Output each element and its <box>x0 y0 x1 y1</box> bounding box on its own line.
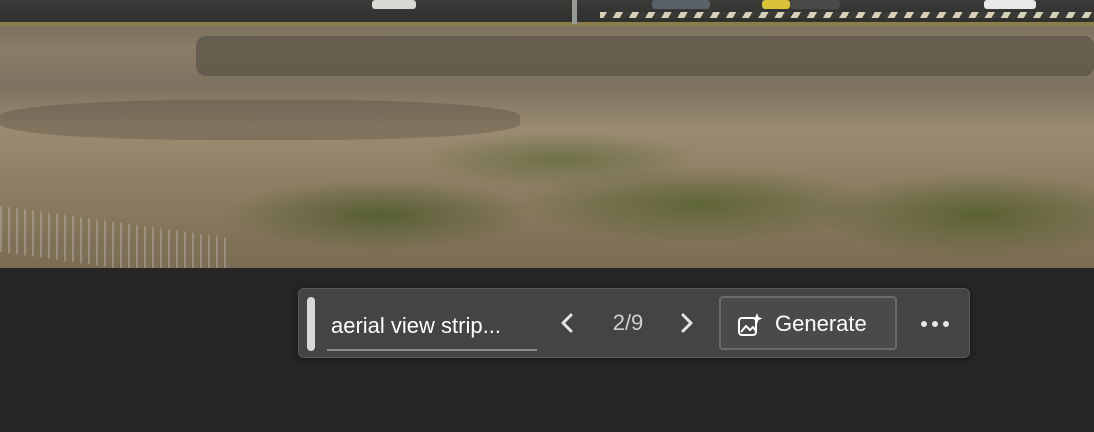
prompt-text[interactable]: aerial view strip... <box>331 311 501 341</box>
variation-counter: 2/9 <box>612 310 644 335</box>
sparkle-image-icon <box>738 313 763 336</box>
fence <box>0 205 230 268</box>
ground-shadow <box>0 100 520 140</box>
aerial-photo-image <box>0 0 1094 268</box>
next-button[interactable] <box>669 305 705 341</box>
lamp-post <box>572 0 577 24</box>
drag-handle[interactable] <box>307 297 315 351</box>
generate-button[interactable]: Generate <box>719 296 897 350</box>
car <box>790 0 840 9</box>
prompt-field[interactable]: aerial view strip... <box>327 309 537 351</box>
more-horizontal-icon <box>921 321 949 327</box>
chevron-right-icon <box>681 313 693 333</box>
generate-label: Generate <box>775 311 867 336</box>
car <box>652 0 710 9</box>
road-edge-line <box>0 22 1094 26</box>
car <box>762 0 790 9</box>
car <box>984 0 1036 9</box>
more-options-button[interactable] <box>915 306 955 342</box>
chevron-left-icon <box>561 313 573 333</box>
ground-shadow <box>196 36 1094 76</box>
road-markings <box>600 12 1094 18</box>
generation-toolbar: aerial view strip... 2/9 Generate <box>298 288 970 358</box>
car <box>372 0 416 9</box>
previous-button[interactable] <box>549 305 585 341</box>
